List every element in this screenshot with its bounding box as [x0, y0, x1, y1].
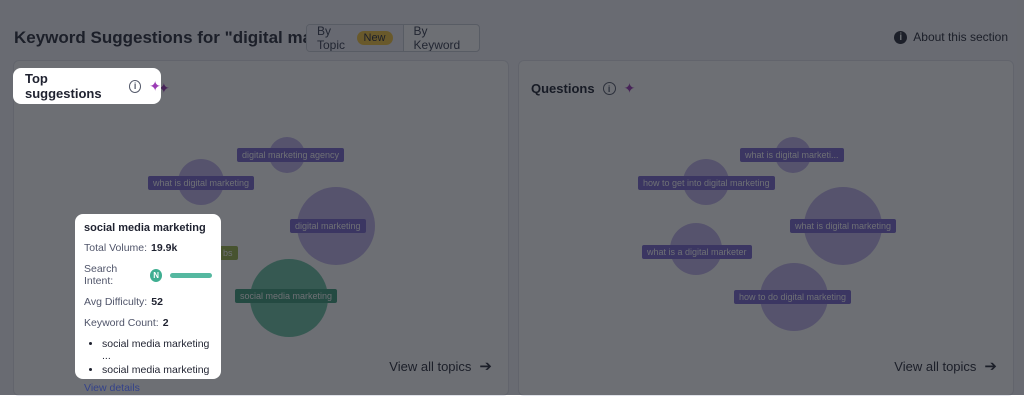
topic-label[interactable]: what is digital marketing — [148, 176, 255, 190]
spotlight-title: Top suggestions — [25, 71, 102, 101]
topic-label[interactable]: digital marketing agency — [237, 148, 345, 162]
topic-label[interactable]: social media marketing — [235, 289, 338, 303]
about-label: About this section — [913, 30, 1008, 44]
search-intent-row: Search Intent: N — [84, 263, 212, 287]
view-toggle: By Topic New By Keyword — [306, 24, 480, 52]
question-graph: what is digital marketi... how to get in… — [519, 61, 1013, 395]
total-volume-label: Total Volume: — [84, 242, 148, 254]
list-item: social media marketing — [102, 364, 212, 376]
question-label[interactable]: what is digital marketing — [790, 219, 897, 233]
view-all-topics-link[interactable]: View all topics ➔ — [894, 357, 997, 375]
list-item: social media marketing ... — [102, 338, 212, 362]
by-keyword-tab[interactable]: By Keyword — [404, 25, 479, 51]
keyword-count-row: Keyword Count: 2 — [84, 317, 212, 329]
sparkle-icon: ✦ — [149, 77, 161, 94]
intent-badge: N — [149, 268, 163, 282]
total-volume-value: 19.9k — [151, 242, 178, 254]
question-label[interactable]: what is digital marketi... — [740, 148, 844, 162]
top-suggestions-spotlight[interactable]: Top suggestions i ✦ — [13, 68, 161, 104]
by-topic-tab[interactable]: By Topic New — [307, 25, 404, 51]
topic-label[interactable]: digital marketing — [290, 219, 366, 233]
about-section-link[interactable]: i About this section — [894, 30, 1008, 44]
view-details-link[interactable]: View details — [84, 382, 212, 394]
arrow-right-icon: ➔ — [984, 358, 997, 375]
view-all-label: View all topics — [894, 358, 977, 374]
info-icon[interactable]: i — [129, 79, 142, 93]
by-topic-label: By Topic — [317, 24, 346, 52]
info-icon: i — [894, 30, 908, 44]
keyword-count-value: 2 — [162, 317, 169, 329]
search-intent-label: Search Intent: — [84, 263, 118, 287]
view-all-label: View all topics — [389, 358, 472, 374]
question-label[interactable]: what is a digital marketer — [642, 245, 752, 259]
question-label[interactable]: how to get into digital marketing — [638, 176, 775, 190]
tooltip-title: social media marketing — [84, 222, 206, 234]
arrow-right-icon: ➔ — [479, 358, 492, 375]
intent-bar — [170, 272, 212, 278]
topic-tooltip: social media marketing Total Volume: 19.… — [75, 214, 221, 394]
keyword-count-label: Keyword Count: — [84, 317, 159, 329]
view-all-topics-link[interactable]: View all topics ➔ — [389, 357, 492, 375]
by-keyword-label: By Keyword — [413, 24, 461, 52]
avg-difficulty-row: Avg Difficulty: 52 — [84, 296, 212, 308]
avg-difficulty-value: 52 — [151, 296, 163, 308]
keyword-list: social media marketing ... social media … — [84, 338, 212, 376]
new-badge: New — [356, 31, 393, 45]
question-label[interactable]: how to do digital marketing — [734, 290, 852, 304]
avg-difficulty-label: Avg Difficulty: — [84, 296, 148, 308]
questions-panel: Questions i ✦ what is digital marketi...… — [518, 60, 1014, 396]
total-volume-row: Total Volume: 19.9k — [84, 242, 212, 254]
